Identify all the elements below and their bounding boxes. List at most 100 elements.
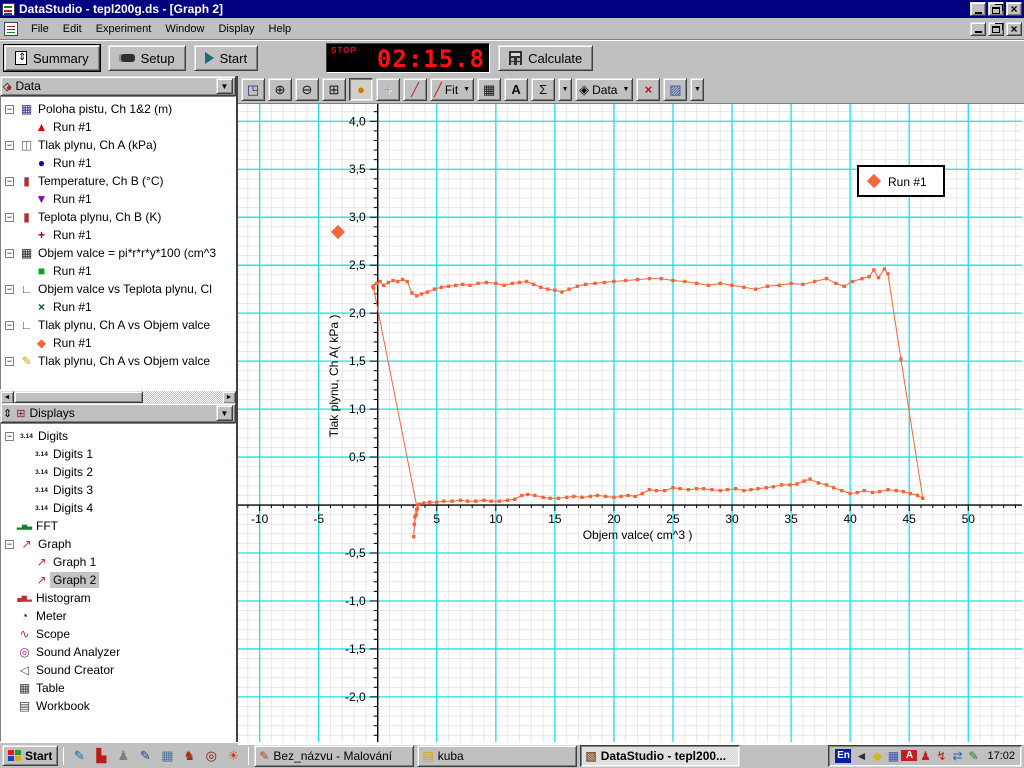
statistics-button[interactable]: Σ <box>531 78 556 101</box>
collapse-toggle[interactable]: − <box>5 104 14 114</box>
volume-icon[interactable]: ◄ <box>853 749 869 763</box>
menu-experiment[interactable]: Experiment <box>89 20 159 38</box>
collapse-toggle[interactable]: − <box>5 431 14 441</box>
graph-display-area[interactable]: -10 -5 5 10 15 20 25 30 35 40 45 50 -2,0 -1,5 -1,0 -0,5… <box>238 104 1024 745</box>
tree-row[interactable]: ↗ Graph 1 <box>1 553 235 571</box>
task-paint[interactable]: ✎ Bez_názvu - Malování <box>254 744 415 767</box>
zoom-select-button[interactable]: ⊞ <box>322 78 346 101</box>
legend[interactable]: Run #1 <box>857 165 945 197</box>
child-close-button[interactable]: × <box>1006 21 1022 36</box>
menu-display[interactable]: Display <box>211 20 261 38</box>
tree-row[interactable]: − ↗ Graph <box>1 535 235 553</box>
quick-launch-icon-8[interactable]: ☀ <box>223 746 243 766</box>
tray-power-icon[interactable]: ↯ <box>933 749 949 763</box>
tree-row[interactable]: − ▦ Objem valce = pi*r*r*y*100 (cm^3 <box>1 244 235 262</box>
collapse-toggle[interactable]: − <box>5 356 14 366</box>
tree-row[interactable]: ∿ Scope <box>1 625 235 643</box>
quick-launch-icon-2[interactable]: ▙ <box>91 746 111 766</box>
fit-dropdown-button[interactable]: ╱ Fit ▼ <box>430 78 475 101</box>
task-datastudio[interactable]: ▧ DataStudio - tepl200... <box>580 744 741 767</box>
text-tool-button[interactable]: A <box>504 78 529 101</box>
tree-row[interactable]: ◁ Sound Creator <box>1 661 235 679</box>
start-menu-button[interactable]: Start <box>2 745 59 766</box>
tree-row[interactable]: 3.14 Digits 2 <box>1 463 235 481</box>
tree-row[interactable]: − ▮ Teplota plynu, Ch B (K) <box>1 208 235 226</box>
collapse-toggle[interactable]: − <box>5 539 14 549</box>
axes-lock-button[interactable]: ● <box>349 78 373 101</box>
collapse-toggle[interactable]: − <box>5 212 14 222</box>
tree-row[interactable]: −3.14 Digits <box>1 427 235 445</box>
quick-launch-icon-4[interactable]: ✎ <box>135 746 155 766</box>
tree-row[interactable]: − ✎ Tlak plynu, Ch A vs Objem valce <box>1 352 235 370</box>
scale-to-fit-button[interactable]: ◳ <box>241 78 265 101</box>
child-minimize-button[interactable] <box>970 21 986 36</box>
smart-tool-button[interactable]: + <box>376 78 400 101</box>
delete-button[interactable]: × <box>636 78 661 101</box>
tray-agent-icon[interactable]: ♟ <box>917 749 933 763</box>
pane-splitter-icon[interactable]: ⇕ <box>3 407 12 420</box>
close-button[interactable]: × <box>1006 2 1022 16</box>
minimize-button[interactable] <box>970 2 986 16</box>
tray-pen-icon[interactable]: ✎ <box>965 749 981 763</box>
menu-window[interactable]: Window <box>158 20 211 38</box>
graph-window-icon[interactable] <box>4 21 18 36</box>
quick-launch-icon-7[interactable]: ◎ <box>201 746 221 766</box>
menu-help[interactable]: Help <box>262 20 299 38</box>
collapse-toggle[interactable]: − <box>5 140 14 150</box>
tray-sync-icon[interactable]: ⇄ <box>949 749 965 763</box>
tree-row[interactable]: × Run #1 <box>1 298 235 316</box>
language-indicator[interactable]: En <box>835 748 852 763</box>
tree-row[interactable]: + Run #1 <box>1 226 235 244</box>
task-folder-kuba[interactable]: ▤ kuba <box>417 744 578 767</box>
tree-row[interactable]: ◎ Sound Analyzer <box>1 643 235 661</box>
tree-row[interactable]: − ◫ Tlak plynu, Ch A (kPa) <box>1 136 235 154</box>
quick-launch-icon-6[interactable]: ♞ <box>179 746 199 766</box>
tree-row[interactable]: ▄▆▂ Histogram <box>1 589 235 607</box>
start-button[interactable]: Start <box>193 45 259 71</box>
graph-settings-button-dropdown[interactable]: ▼ <box>690 78 705 101</box>
tree-row[interactable]: 3.14 Digits 1 <box>1 445 235 463</box>
tray-scheduler-icon[interactable]: ▦ <box>885 749 901 763</box>
tree-row[interactable]: ▲ Run #1 <box>1 118 235 136</box>
quick-launch-icon-3[interactable]: ♟ <box>113 746 133 766</box>
tree-row[interactable]: ◆ Run #1 <box>1 334 235 352</box>
zoom-in-button[interactable]: ⊕ <box>268 78 292 101</box>
collapse-toggle[interactable]: − <box>5 284 14 294</box>
tray-diamond-icon[interactable]: ◆ <box>869 749 885 763</box>
setup-button[interactable]: Setup <box>107 45 186 71</box>
data-tree-hscrollbar[interactable]: ◄ ► <box>0 390 236 404</box>
chart-canvas[interactable]: -10 -5 5 10 15 20 25 30 35 40 45 50 -2,0 -1,5 -1,0 -0,5… <box>238 104 1022 742</box>
tree-row[interactable]: − ∟ Objem valce vs Teplota plynu, Cl <box>1 280 235 298</box>
zoom-out-button[interactable]: ⊖ <box>295 78 319 101</box>
tree-row[interactable]: ◔ Meter <box>1 607 235 625</box>
data-dropdown-button[interactable]: ◈ Data ▼ <box>575 78 634 101</box>
statistics-button-dropdown[interactable]: ▼ <box>558 78 573 101</box>
slope-tool-button[interactable]: ╱ <box>403 78 427 101</box>
tree-row[interactable]: ● Run #1 <box>1 154 235 172</box>
tree-row[interactable]: ▂▅▃ FFT <box>1 517 235 535</box>
calculator-tool-button[interactable]: ▦ <box>477 78 502 101</box>
tree-row[interactable]: ■ Run #1 <box>1 262 235 280</box>
tree-row[interactable]: − ▮ Temperature, Ch B (°C) <box>1 172 235 190</box>
calculate-button[interactable]: Calculate <box>498 45 594 71</box>
tree-row[interactable]: − ▦ Poloha pistu, Ch 1&2 (m) <box>1 100 235 118</box>
tree-row[interactable]: 3.14 Digits 3 <box>1 481 235 499</box>
tree-row[interactable]: 3.14 Digits 4 <box>1 499 235 517</box>
child-restore-button[interactable] <box>988 21 1004 36</box>
scrollbar-thumb[interactable] <box>14 391 143 403</box>
menu-edit[interactable]: Edit <box>56 20 89 38</box>
menu-file[interactable]: File <box>24 20 56 38</box>
graph-settings-button[interactable]: ▨ <box>663 78 688 101</box>
tree-row[interactable]: ▤ Workbook <box>1 697 235 715</box>
displays-panel-menu-button[interactable]: ▼ <box>216 405 233 421</box>
tree-row[interactable]: ▦ Table <box>1 679 235 697</box>
tree-row[interactable]: − ∟ Tlak plynu, Ch A vs Objem valce <box>1 316 235 334</box>
tree-row[interactable]: ↗ Graph 2 <box>1 571 235 589</box>
data-panel-menu-button[interactable]: ▼ <box>216 78 233 94</box>
summary-button[interactable]: Summary <box>3 44 101 72</box>
taskbar-clock[interactable]: 17:02 <box>987 750 1015 762</box>
tree-row[interactable]: ▼ Run #1 <box>1 190 235 208</box>
tray-ati-icon[interactable]: A <box>901 750 918 761</box>
collapse-toggle[interactable]: − <box>5 320 14 330</box>
collapse-toggle[interactable]: − <box>5 248 14 258</box>
